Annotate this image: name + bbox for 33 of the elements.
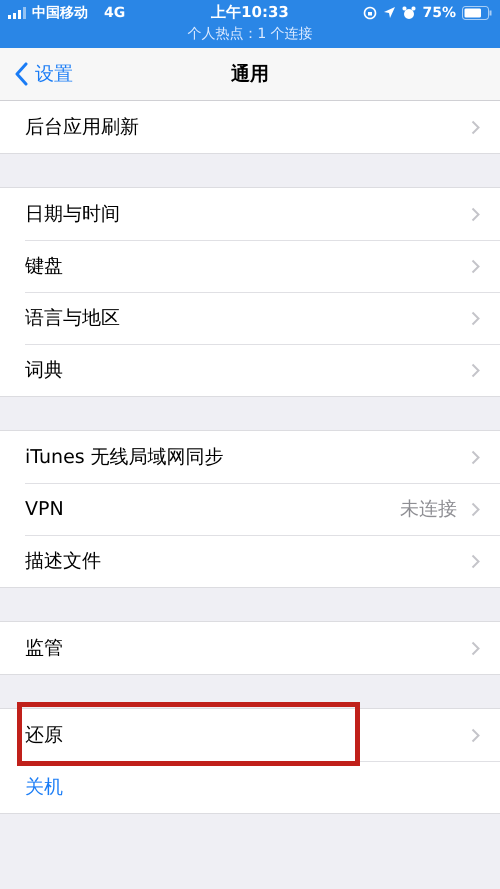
chevron-icon	[471, 120, 480, 134]
settings-row[interactable]: 描述文件	[0, 535, 500, 587]
chevron-icon	[471, 728, 480, 742]
clock-time: 上午10:33	[211, 3, 289, 22]
chevron-icon	[471, 258, 480, 274]
battery-icon	[462, 6, 492, 20]
back-chevron-icon	[15, 62, 29, 86]
chevron-icon	[471, 554, 480, 568]
back-button[interactable]: 设置	[0, 54, 73, 94]
settings-row[interactable]: 语言与地区	[0, 292, 500, 344]
chevron-icon	[471, 640, 480, 656]
alarm-clock-icon	[402, 6, 416, 20]
settings-row[interactable]: 键盘	[0, 240, 500, 292]
chevron-icon	[471, 502, 480, 516]
network-type: 4G	[104, 4, 126, 20]
chevron-icon	[471, 362, 480, 378]
location-arrow-icon	[383, 6, 396, 19]
settings-row[interactable]: 后台应用刷新	[0, 101, 500, 153]
settings-row[interactable]: 关机	[0, 761, 500, 813]
settings-row[interactable]: 还原	[0, 709, 500, 761]
chevron-icon	[471, 310, 480, 326]
signal-icon	[8, 6, 26, 18]
settings-row[interactable]: 词典	[0, 344, 500, 396]
chevron-icon	[471, 206, 480, 222]
rotation-lock-icon	[363, 6, 378, 20]
chevron-icon	[471, 450, 480, 464]
settings-row[interactable]: 监管	[0, 622, 500, 674]
battery-percent: 75%	[422, 4, 456, 20]
settings-row[interactable]: 日期与时间	[0, 188, 500, 240]
settings-row[interactable]: VPN 未连接	[0, 483, 500, 535]
settings-row[interactable]: iTunes 无线局域网同步	[0, 431, 500, 483]
carrier-name: 中国移动	[32, 4, 88, 22]
nav-title: 通用	[231, 62, 269, 87]
